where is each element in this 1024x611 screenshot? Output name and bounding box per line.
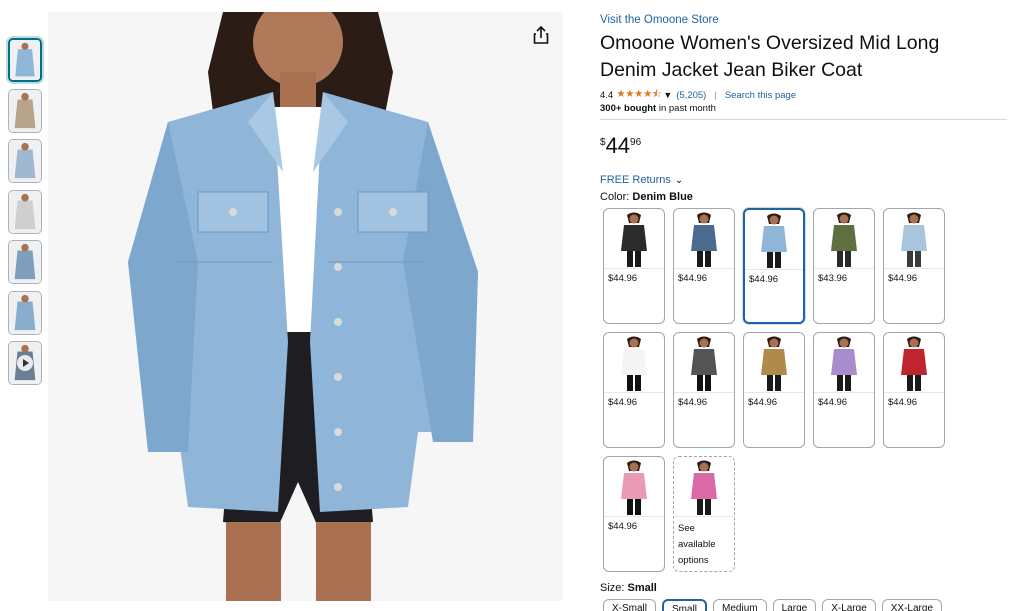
color-swatch[interactable]: $44.96 — [603, 208, 665, 324]
free-returns-link[interactable]: FREE Returns ⌄ — [600, 174, 683, 186]
size-option[interactable]: Medium — [713, 599, 767, 611]
swatch-image — [604, 209, 664, 269]
star-rating-icon[interactable]: ★★★★⯪ — [616, 86, 662, 104]
swatch-image — [744, 333, 804, 393]
see-available-options-label: See available options — [678, 523, 716, 566]
rating-count-link[interactable]: (5,205) — [676, 90, 706, 101]
color-prefix: Color: — [600, 191, 633, 203]
swatch-price: $44.96 — [818, 397, 848, 408]
rating-row: 4.4 ★★★★⯪ ▼ (5,205) | Search this page — [600, 86, 796, 104]
store-link[interactable]: Visit the Omoone Store — [600, 14, 719, 26]
size-options: X-Small Small Medium Large X-Large XX-Large — [603, 599, 948, 611]
search-this-page-link[interactable]: Search this page — [725, 90, 796, 101]
bought-count: 300+ bought in past month — [600, 103, 716, 114]
color-swatch[interactable]: $44.96 — [673, 208, 735, 324]
color-swatch[interactable]: $44.96 — [673, 332, 735, 448]
product-photo — [48, 12, 563, 601]
play-icon — [17, 355, 33, 371]
swatch-image — [884, 333, 944, 393]
color-swatch[interactable]: $44.96 — [743, 208, 805, 324]
swatch-price: $43.96 — [818, 273, 848, 284]
see-available-options-swatch[interactable]: See available options — [673, 456, 735, 572]
swatch-price: $44.96 — [678, 273, 708, 284]
thumbnail-image — [9, 89, 41, 132]
thumbnail-strip — [8, 38, 44, 392]
price: $ 44 96 — [600, 134, 641, 158]
thumbnail-6[interactable] — [8, 290, 42, 335]
chevron-down-icon: ⌄ — [674, 174, 684, 186]
thumbnail-7[interactable] — [8, 341, 42, 385]
rating-value: 4.4 — [600, 89, 614, 101]
thumbnail-image — [9, 291, 41, 334]
color-swatch[interactable]: $43.96 — [813, 208, 875, 324]
thumbnail-image — [9, 140, 41, 182]
size-option[interactable]: Large — [772, 599, 817, 611]
thumbnail-1[interactable] — [8, 38, 42, 82]
thumbnail-5[interactable] — [8, 240, 42, 284]
main-product-image[interactable] — [48, 12, 563, 601]
thumbnail-image — [10, 40, 40, 80]
swatch-price: $44.96 — [678, 397, 708, 408]
size-prefix: Size: — [600, 582, 628, 594]
swatch-image — [814, 209, 874, 269]
size-option[interactable]: X-Small — [603, 599, 657, 611]
swatch-price: $44.96 — [749, 274, 779, 285]
swatch-price: $44.96 — [748, 397, 778, 408]
bought-count-bold: 300+ bought — [600, 103, 657, 114]
thumbnail-image — [9, 241, 41, 283]
color-swatch[interactable]: $44.96 — [743, 332, 805, 448]
swatch-image — [674, 333, 734, 393]
swatch-price: $44.96 — [608, 273, 638, 284]
color-swatch[interactable]: $44.96 — [603, 332, 665, 448]
price-whole: 44 — [605, 133, 631, 158]
size-value: Small — [627, 582, 657, 594]
color-name: Denim Blue — [632, 191, 693, 203]
swatch-image — [884, 209, 944, 269]
free-returns-label: FREE Returns — [600, 174, 671, 186]
swatch-image — [814, 333, 874, 393]
swatch-price: $44.96 — [888, 397, 918, 408]
swatch-price: $44.96 — [888, 273, 918, 284]
color-label: Color: Denim Blue — [600, 191, 693, 203]
chevron-down-icon[interactable]: ▼ — [663, 90, 672, 100]
share-button[interactable] — [528, 22, 554, 48]
separator: | — [714, 89, 717, 101]
product-title: Omoone Women's Oversized Mid Long Denim … — [600, 32, 940, 81]
bought-count-rest: in past month — [656, 103, 716, 114]
price-fraction: 96 — [630, 137, 642, 148]
swatch-image — [745, 210, 803, 270]
divider — [600, 119, 1007, 120]
thumbnail-3[interactable] — [8, 139, 42, 183]
thumbnail-image — [9, 190, 41, 233]
color-swatch[interactable]: $44.96 — [813, 332, 875, 448]
swatch-price: $44.96 — [608, 521, 638, 532]
color-swatch[interactable]: $44.96 — [883, 332, 945, 448]
size-label: Size: Small — [600, 582, 657, 594]
swatch-image — [674, 209, 734, 269]
size-option[interactable]: X-Large — [822, 599, 876, 611]
thumbnail-2[interactable] — [8, 88, 42, 133]
swatch-image — [674, 457, 734, 517]
color-swatch[interactable]: $44.96 — [883, 208, 945, 324]
size-option[interactable]: Small — [662, 599, 708, 611]
swatch-price: $44.96 — [608, 397, 638, 408]
swatch-image — [604, 333, 664, 393]
size-option[interactable]: XX-Large — [881, 599, 943, 611]
thumbnail-4[interactable] — [8, 189, 42, 234]
swatch-image — [604, 457, 664, 517]
share-icon — [533, 25, 549, 44]
color-swatch[interactable]: $44.96 — [603, 456, 665, 572]
